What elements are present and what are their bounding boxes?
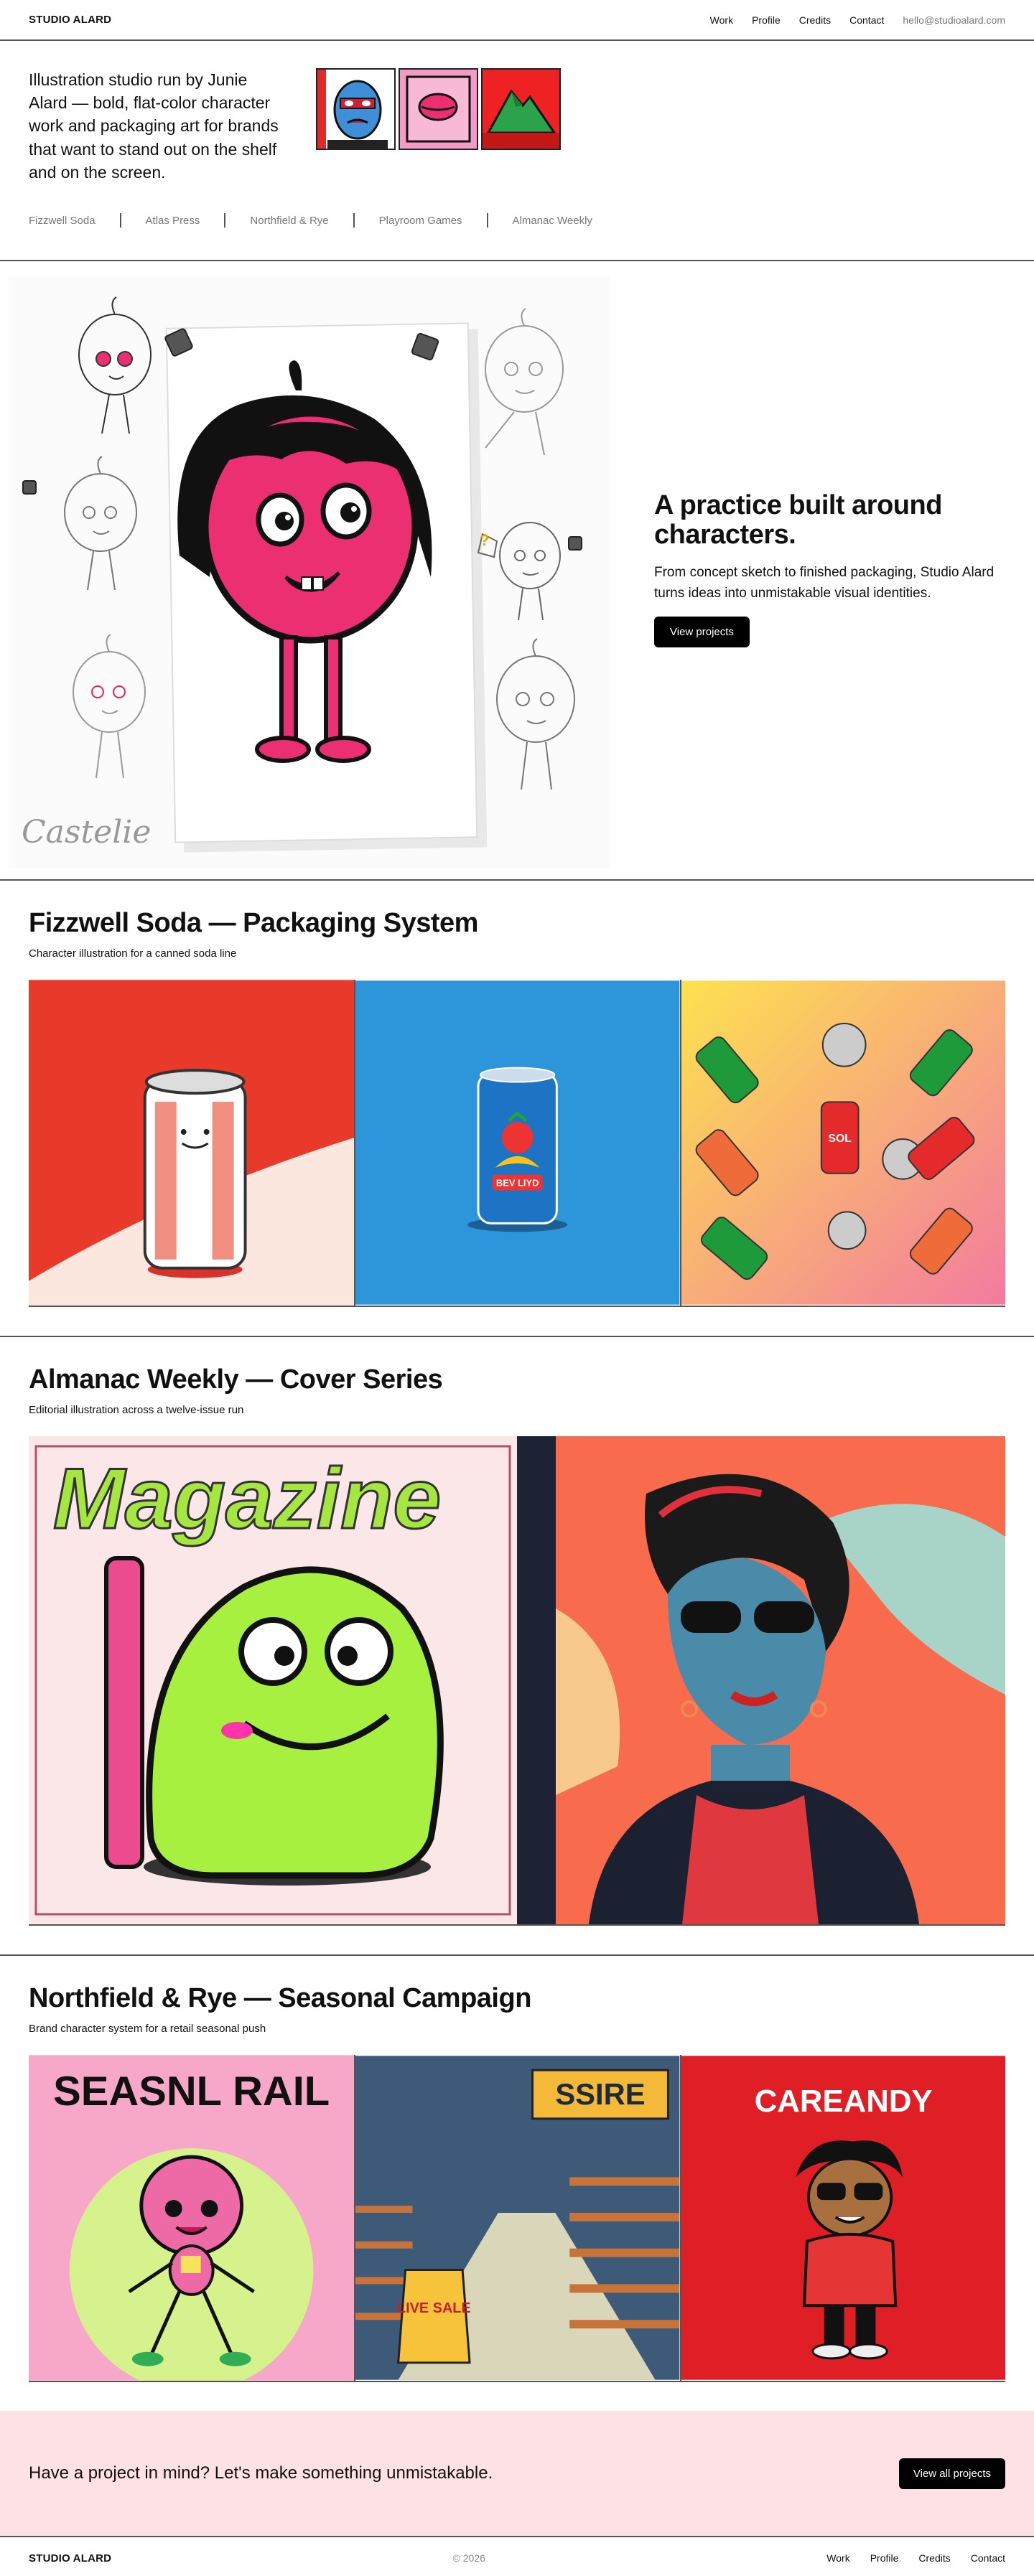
project-title[interactable]: Fizzwell Soda — Packaging System [29, 881, 1005, 939]
nav-credits[interactable]: Credits [799, 14, 831, 26]
email-link[interactable]: hello@studioalard.com [903, 14, 1005, 26]
nav-contact[interactable]: Contact [849, 14, 884, 26]
thumbnail-strip [316, 68, 561, 184]
client-item[interactable]: Playroom Games [379, 215, 462, 227]
footer-nav-credits[interactable]: Credits [918, 2552, 950, 2564]
cta-banner: Have a project in mind? Let's make somet… [0, 2411, 1034, 2536]
brand-logo[interactable]: STUDIO ALARD [29, 14, 111, 26]
artist-signature: Castelie [22, 814, 151, 851]
view-projects-button[interactable]: View projects [654, 617, 750, 648]
hero-section: ? Castelie A practice built around chara… [0, 261, 1034, 879]
store-aisle-image[interactable]: SSIRE LIVE SALE [354, 2055, 680, 2381]
can-label: BEV LIYD [496, 1178, 539, 1189]
thumb-green-mountain[interactable] [481, 68, 561, 150]
client-item[interactable]: Fizzwell Soda [29, 215, 96, 227]
client-separator [486, 213, 488, 228]
intro-section: Illustration studio run by Junie Alard —… [0, 41, 1034, 260]
magazine-masthead: Magazine [53, 1451, 441, 1547]
portrait-sunglasses-image[interactable] [517, 1436, 1005, 1924]
project-title[interactable]: Almanac Weekly — Cover Series [29, 1337, 1005, 1395]
footer-nav-profile[interactable]: Profile [870, 2552, 899, 2564]
client-separator [353, 213, 355, 228]
hero-heading: A practice built around characters. [654, 490, 942, 551]
project-subtitle: Editorial illustration across a twelve-i… [29, 1404, 244, 1416]
poster-headline: CAREANDY [754, 2084, 932, 2119]
project-subtitle: Character illustration for a canned soda… [29, 947, 237, 960]
project-almanac: Almanac Weekly — Cover Series Editorial … [0, 1337, 1034, 1926]
project-title[interactable]: Northfield & Rye — Seasonal Campaign [29, 1956, 1005, 2014]
client-item[interactable]: Atlas Press [146, 215, 200, 227]
copyright: © 2026 [452, 2552, 485, 2564]
hero-body: From concept sketch to finished packagin… [654, 565, 995, 601]
project-subtitle: Brand character system for a retail seas… [29, 2023, 266, 2035]
seasonal-character-image[interactable]: SEASNL RAIL [29, 2055, 355, 2381]
studio-tagline: Illustration studio run by Junie Alard —… [29, 70, 279, 182]
project-northfield: Northfield & Rye — Seasonal Campaign Bra… [0, 1956, 1034, 2382]
nav-work[interactable]: Work [710, 14, 733, 26]
poster-headline: SEASNL RAIL [53, 2069, 330, 2114]
main-nav: Work Profile Credits Contact hello@studi… [710, 14, 1005, 26]
thumb-blue-face[interactable] [316, 68, 396, 150]
project-image-grid: BEV LIYD SOL [29, 980, 1005, 1307]
hero-copy: A practice built around characters. From… [654, 490, 1013, 648]
nav-profile[interactable]: Profile [752, 14, 781, 26]
svg-text:?: ? [480, 531, 489, 549]
project-image-grid: Magazine [29, 1436, 1005, 1926]
site-footer: STUDIO ALARD © 2026 Work Profile Credits… [0, 2537, 1034, 2576]
footer-nav: Work Profile Credits Contact [826, 2552, 1005, 2564]
can-label: SOL [828, 1133, 852, 1145]
soda-can-blue-image[interactable]: BEV LIYD [354, 980, 680, 1306]
project-image-grid: SEASNL RAIL SSIRE LIVE SALE CAREANDY [29, 2055, 1005, 2382]
sale-sign: LIVE SALE [397, 2300, 471, 2316]
footer-nav-work[interactable]: Work [826, 2552, 849, 2564]
character-sketch-artwork: ? Castelie [9, 276, 610, 868]
soda-can-red-image[interactable] [29, 980, 355, 1306]
client-separator [119, 213, 121, 228]
footer-nav-contact[interactable]: Contact [971, 2552, 1005, 2564]
client-item[interactable]: Northfield & Rye [250, 215, 328, 227]
cta-text: Have a project in mind? Let's make somet… [29, 2463, 493, 2483]
client-item[interactable]: Almanac Weekly [513, 215, 592, 227]
site-header: STUDIO ALARD Work Profile Credits Contac… [0, 0, 1034, 39]
thumb-pink-lips[interactable] [399, 68, 478, 150]
sunglasses-character-image[interactable]: CAREANDY [679, 2055, 1005, 2381]
store-sign: SSIRE [556, 2077, 646, 2111]
client-list: Fizzwell Soda Atlas Press Northfield & R… [29, 213, 592, 228]
project-fizzwell: Fizzwell Soda — Packaging System Charact… [0, 881, 1034, 1307]
client-separator [224, 213, 226, 228]
footer-brand[interactable]: STUDIO ALARD [29, 2552, 111, 2565]
soda-can-assortment-image[interactable]: SOL [679, 980, 1005, 1306]
view-all-projects-button[interactable]: View all projects [898, 2458, 1005, 2489]
magazine-cover-image[interactable]: Magazine [29, 1436, 517, 1924]
